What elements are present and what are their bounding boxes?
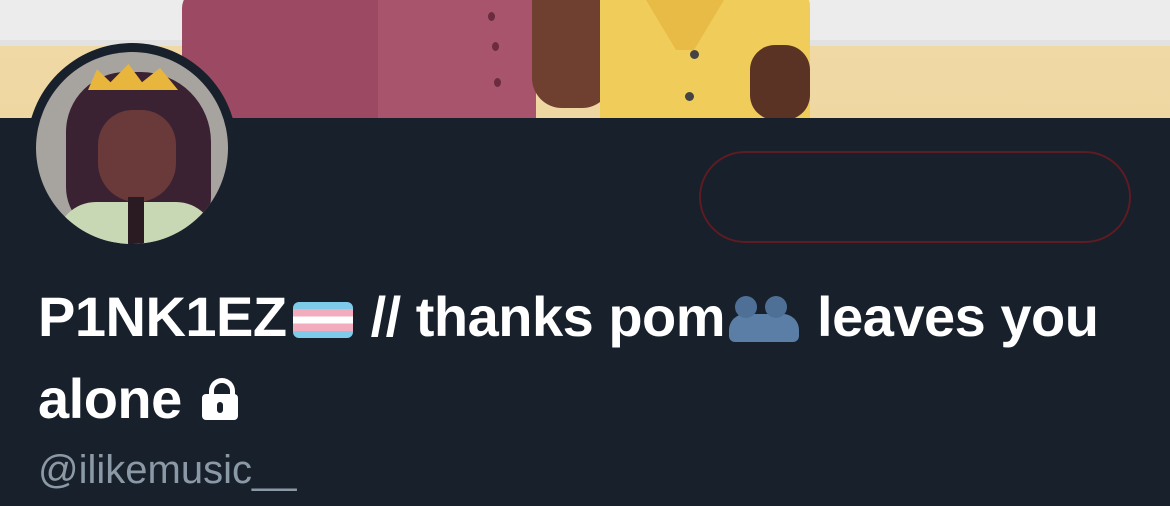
- username-handle: @ilikemusic__: [38, 448, 297, 492]
- display-name: P1NK1EZ// thanks pom leaves you alone: [38, 276, 1148, 440]
- avatar-tie: [128, 197, 144, 244]
- coat-button: [488, 12, 495, 21]
- crown-icon: [88, 64, 178, 90]
- avatar[interactable]: [36, 52, 228, 244]
- banner-figure-left-coat-shade: [378, 0, 536, 118]
- lock-icon: [201, 378, 238, 420]
- follow-button[interactable]: [699, 151, 1131, 243]
- people-hugging-icon: [729, 296, 800, 342]
- banner-figure-hand: [750, 45, 810, 118]
- coat-button: [494, 78, 501, 87]
- avatar-face: [98, 110, 176, 202]
- shirt-button: [690, 50, 699, 59]
- coat-button: [492, 42, 499, 51]
- display-name-part: // thanks pom: [370, 285, 726, 348]
- shirt-button: [685, 92, 694, 101]
- transgender-flag-icon: [292, 302, 353, 338]
- display-name-part: P1NK1EZ: [38, 285, 287, 348]
- profile-header: P1NK1EZ// thanks pom leaves you alone @il…: [0, 0, 1170, 506]
